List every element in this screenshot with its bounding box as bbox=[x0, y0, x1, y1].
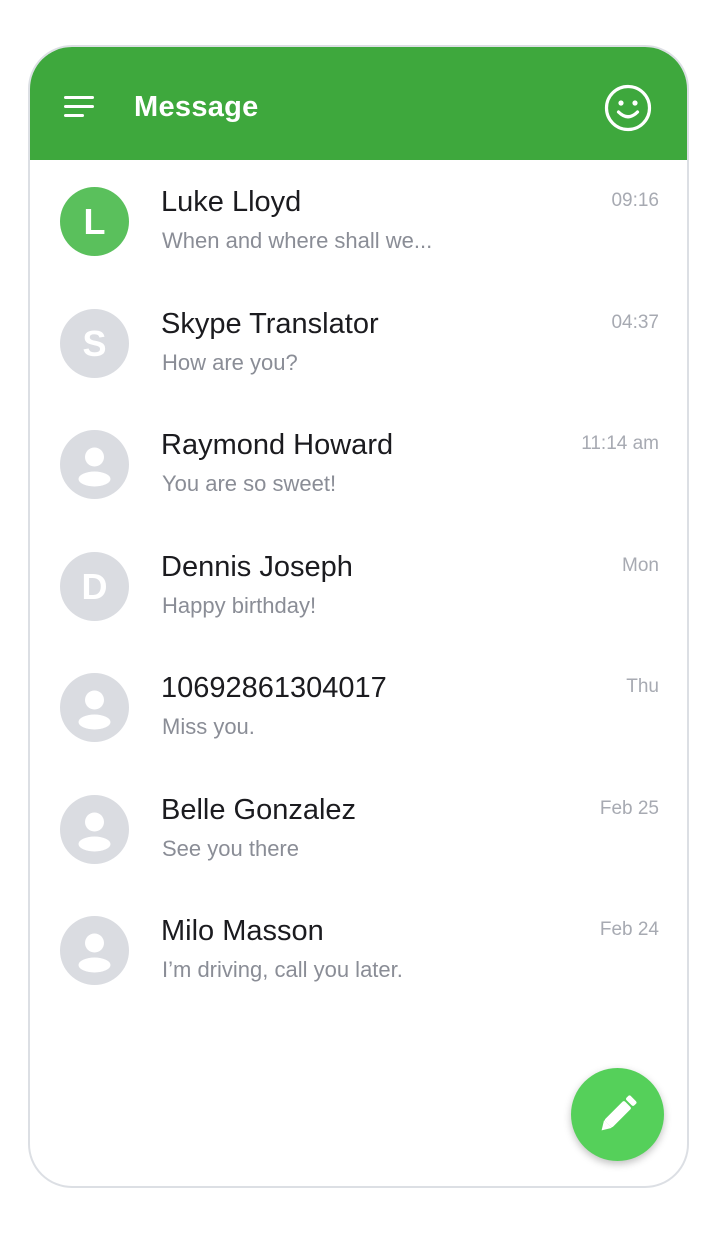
message-time: Mon bbox=[622, 554, 659, 576]
smiley-face-icon bbox=[604, 84, 652, 132]
avatar-initial: S bbox=[82, 322, 107, 364]
contact-name: 10692861304017 bbox=[161, 672, 387, 704]
person-icon bbox=[78, 690, 111, 730]
avatar bbox=[60, 430, 129, 499]
avatar bbox=[60, 673, 129, 742]
conversation-item-6[interactable]: Belle Gonzalez See you there Feb 25 bbox=[30, 768, 687, 890]
person-icon bbox=[78, 933, 111, 973]
avatar-initial: L bbox=[83, 201, 106, 242]
conversation-item-1[interactable]: L Luke Lloyd When and where shall we... … bbox=[30, 160, 687, 282]
page-title: Message bbox=[134, 91, 259, 123]
message-time: 09:16 bbox=[611, 190, 659, 211]
contact-name: Dennis Joseph bbox=[161, 550, 353, 583]
contact-name: Milo Masson bbox=[161, 915, 324, 947]
message-preview: I’m driving, call you later. bbox=[162, 957, 403, 982]
app-header: Message bbox=[30, 47, 687, 160]
conversation-item-5[interactable]: 10692861304017 Miss you. Thu bbox=[30, 646, 687, 768]
contact-name: Luke Lloyd bbox=[161, 186, 302, 218]
message-time: 11:14 am bbox=[581, 433, 659, 454]
conversation-item-4[interactable]: D Dennis Joseph Happy birthday! Mon bbox=[30, 525, 687, 647]
avatar bbox=[60, 916, 129, 985]
message-preview: See you there bbox=[162, 835, 299, 861]
avatar: S bbox=[60, 308, 129, 378]
phone-frame: Message L Luke Lloyd When and where shal… bbox=[28, 45, 689, 1188]
message-preview: Happy birthday! bbox=[162, 592, 317, 618]
avatar: D bbox=[60, 551, 129, 621]
message-preview: How are you? bbox=[162, 349, 298, 375]
conversation-list: L Luke Lloyd When and where shall we... … bbox=[30, 160, 687, 1011]
message-time: Thu bbox=[626, 676, 659, 697]
contact-name: Skype Translator bbox=[161, 307, 379, 340]
avatar bbox=[60, 794, 129, 864]
contact-name: Belle Gonzalez bbox=[161, 793, 357, 826]
message-time: 04:37 bbox=[611, 311, 659, 333]
message-time: Feb 25 bbox=[599, 797, 659, 819]
avatar-initial: D bbox=[81, 565, 108, 607]
message-preview: When and where shall we... bbox=[162, 228, 433, 253]
message-preview: Miss you. bbox=[162, 714, 255, 739]
conversation-item-2[interactable]: S Skype Translator How are you? 04:37 bbox=[30, 282, 687, 404]
conversation-item-3[interactable]: Raymond Howard You are so sweet! 11:14 a… bbox=[30, 403, 687, 525]
emoji-button[interactable] bbox=[603, 83, 653, 133]
message-preview: You are so sweet! bbox=[162, 471, 337, 496]
person-icon bbox=[78, 812, 111, 851]
person-icon bbox=[78, 447, 111, 487]
menu-button[interactable] bbox=[64, 96, 96, 122]
conversation-item-7[interactable]: Milo Masson I’m driving, call you later.… bbox=[30, 889, 687, 1011]
compose-button[interactable] bbox=[571, 1068, 664, 1161]
pencil-icon bbox=[601, 1095, 637, 1131]
avatar: L bbox=[60, 187, 129, 256]
message-time: Feb 24 bbox=[599, 919, 659, 940]
contact-name: Raymond Howard bbox=[161, 429, 394, 461]
